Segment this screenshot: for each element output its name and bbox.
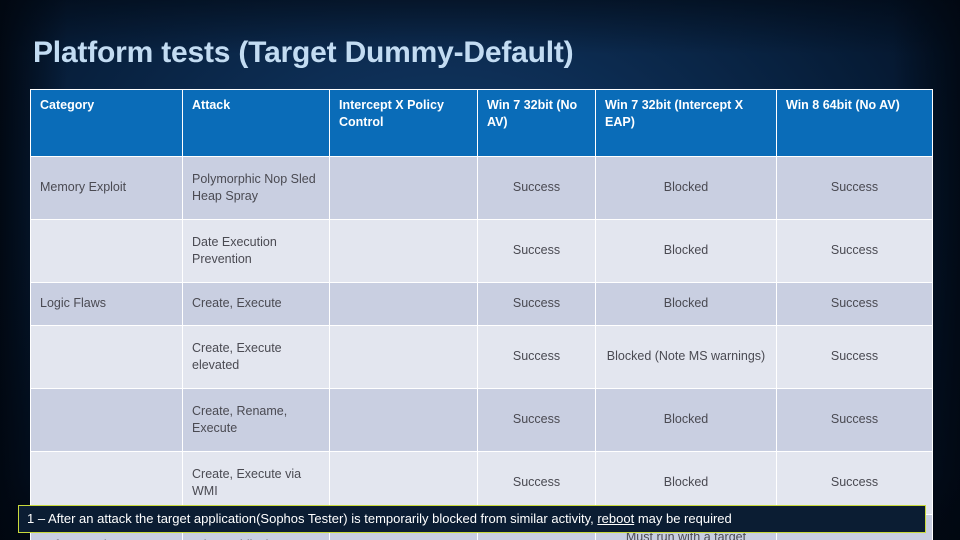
column-header-win8-64bit-no-av: Win 8 64bit (No AV) <box>776 89 933 157</box>
cell-win7eap: Blocked <box>595 219 777 283</box>
cell-win8: Success <box>776 219 933 283</box>
footnote-prefix: 1 – After an attack the target applicati… <box>27 511 598 526</box>
column-header-intercept-x-policy-control: Intercept X Policy Control <box>329 89 478 157</box>
table-header: Category Attack Intercept X Policy Contr… <box>30 89 933 157</box>
footnote-box: 1 – After an attack the target applicati… <box>18 505 926 533</box>
cell-policy <box>329 325 478 389</box>
cell-category: Memory Exploit <box>30 156 183 220</box>
cell-win7: Success <box>477 325 596 389</box>
platform-tests-table: Category Attack Intercept X Policy Contr… <box>30 89 933 540</box>
footnote-reboot-link[interactable]: reboot <box>597 511 634 526</box>
table-row: Create, Rename, Execute Success Blocked … <box>30 388 933 452</box>
cell-category: Logic Flaws <box>30 282 183 326</box>
cell-attack: Create, Execute elevated <box>182 325 330 389</box>
page-title: Platform tests (Target Dummy-Default) <box>33 36 574 69</box>
slide-canvas: Platform tests (Target Dummy-Default) Ca… <box>0 0 960 540</box>
cell-win7: Success <box>477 388 596 452</box>
cell-win8: Success <box>776 325 933 389</box>
cell-win7eap: Blocked <box>595 388 777 452</box>
cell-policy <box>329 388 478 452</box>
cell-policy <box>329 219 478 283</box>
cell-policy <box>329 156 478 220</box>
cell-win7eap: Blocked (Note MS warnings) <box>595 325 777 389</box>
table-body: Memory Exploit Polymorphic Nop Sled Heap… <box>30 156 933 540</box>
column-header-win7-32bit-no-av: Win 7 32bit (No AV) <box>477 89 596 157</box>
table-row: Logic Flaws Create, Execute Success Bloc… <box>30 282 933 326</box>
column-header-category: Category <box>30 89 183 157</box>
cell-win8: Success <box>776 388 933 452</box>
column-header-win7-32bit-intercept-x-eap: Win 7 32bit (Intercept X EAP) <box>595 89 777 157</box>
table-row: Date Execution Prevention Success Blocke… <box>30 219 933 283</box>
cell-win7: Success <box>477 219 596 283</box>
cell-attack: Polymorphic Nop Sled Heap Spray <box>182 156 330 220</box>
cell-policy <box>329 282 478 326</box>
footnote-suffix: may be required <box>634 511 732 526</box>
cell-attack: Date Execution Prevention <box>182 219 330 283</box>
cell-win7eap: Blocked <box>595 282 777 326</box>
table-header-row: Category Attack Intercept X Policy Contr… <box>30 89 933 157</box>
cell-category <box>30 219 183 283</box>
cell-category <box>30 388 183 452</box>
cell-category <box>30 325 183 389</box>
column-header-attack: Attack <box>182 89 330 157</box>
table-row: Memory Exploit Polymorphic Nop Sled Heap… <box>30 156 933 220</box>
cell-win7eap: Blocked <box>595 156 777 220</box>
cell-win8: Success <box>776 156 933 220</box>
platform-tests-table-container: Category Attack Intercept X Policy Contr… <box>30 89 933 540</box>
cell-win8: Success <box>776 282 933 326</box>
cell-attack: Create, Execute <box>182 282 330 326</box>
cell-win7: Success <box>477 156 596 220</box>
cell-attack: Create, Rename, Execute <box>182 388 330 452</box>
cell-win7: Success <box>477 282 596 326</box>
table-row: Create, Execute elevated Success Blocked… <box>30 325 933 389</box>
